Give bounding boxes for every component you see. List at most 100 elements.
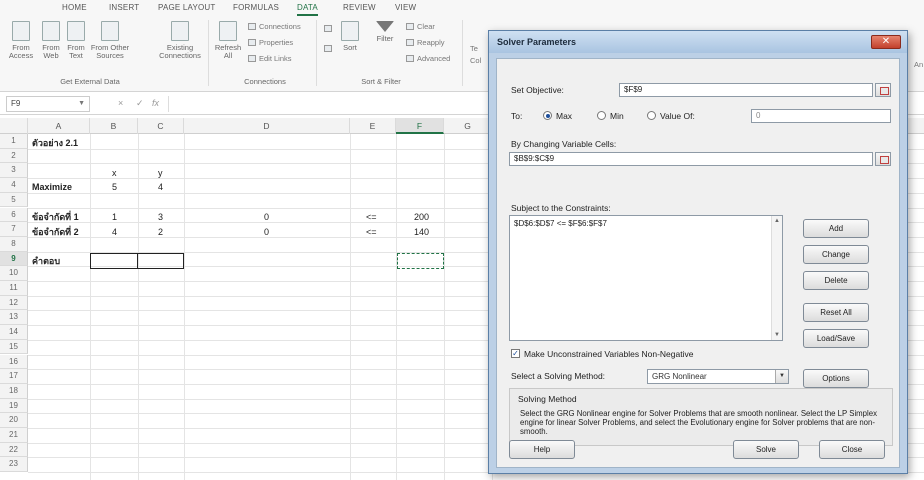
from-access-button[interactable]: From Access [8, 21, 34, 60]
clear-button[interactable]: Clear [406, 22, 435, 31]
sort-az-button[interactable] [324, 24, 335, 33]
row-header-18[interactable]: 18 [0, 383, 28, 399]
chevron-down-icon[interactable]: ▼ [78, 97, 85, 111]
change-button[interactable]: Change [803, 245, 869, 264]
cancel-icon[interactable]: × [118, 98, 123, 108]
help-button[interactable]: Help [509, 440, 575, 459]
tab-view[interactable]: VIEW [395, 3, 416, 12]
from-other-sources-button[interactable]: From Other Sources [90, 21, 130, 60]
add-button[interactable]: Add [803, 219, 869, 238]
sort-za-button[interactable] [324, 44, 335, 53]
row-header-14[interactable]: 14 [0, 325, 28, 340]
tab-insert[interactable]: INSERT [109, 3, 139, 12]
row-header-6[interactable]: 6 [0, 207, 28, 223]
column-header-g[interactable]: G [444, 118, 492, 134]
row-header-21[interactable]: 21 [0, 428, 28, 443]
collapse-ref-icon[interactable] [875, 152, 891, 166]
scrollbar[interactable]: ▲ ▼ [771, 216, 782, 340]
row-header-13[interactable]: 13 [0, 310, 28, 326]
nonneg-checkbox[interactable]: ✓ [511, 349, 520, 358]
max-radio[interactable] [543, 111, 552, 120]
text-to-columns-button[interactable]: Te [470, 44, 478, 53]
existing-connections-button[interactable]: Existing Connections [158, 21, 202, 60]
close-button[interactable]: Close [819, 440, 885, 459]
cell-f6[interactable]: 200 [414, 210, 429, 224]
insert-function-icon[interactable]: fx [152, 98, 159, 108]
reapply-button[interactable]: Reapply [406, 38, 445, 47]
cell-b3[interactable]: x [112, 166, 117, 180]
row-header-8[interactable]: 8 [0, 236, 28, 252]
cell-c4[interactable]: 4 [158, 180, 163, 194]
scroll-down-icon[interactable]: ▼ [774, 332, 780, 338]
cell-c6[interactable]: 3 [158, 210, 163, 224]
selected-cell-f9[interactable] [397, 253, 444, 269]
enter-icon[interactable]: ✓ [136, 98, 144, 109]
connections-button[interactable]: Connections [248, 22, 301, 31]
constraints-list[interactable]: $D$6:$D$7 <= $F$6:$F$7 ▲ ▼ [509, 215, 783, 341]
row-header-9[interactable]: 9 [0, 251, 28, 267]
solve-button[interactable]: Solve [733, 440, 799, 459]
sort-button[interactable]: Sort [338, 21, 362, 52]
edit-links-button[interactable]: Edit Links [248, 54, 292, 63]
column-header-a[interactable]: A [28, 118, 90, 134]
cell-f7[interactable]: 140 [414, 225, 429, 239]
cell-c9-bordered[interactable] [137, 253, 184, 269]
changing-cells-input[interactable]: $B$9:$C$9 [509, 152, 873, 166]
value-of-input[interactable]: 0 [751, 109, 891, 123]
select-all-corner[interactable] [0, 118, 28, 134]
value-of-radio[interactable] [647, 111, 656, 120]
from-text-button[interactable]: From Text [64, 21, 88, 60]
row-header-3[interactable]: 3 [0, 163, 28, 179]
cell-e6[interactable]: <= [366, 210, 377, 224]
row-header-7[interactable]: 7 [0, 222, 28, 237]
objective-input[interactable]: $F$9 [619, 83, 873, 97]
column-header-c[interactable]: C [138, 118, 184, 134]
column-header-d[interactable]: D [184, 118, 350, 134]
cell-a1[interactable]: ตัวอย่าง 2.1 [32, 136, 78, 150]
load-save-button[interactable]: Load/Save [803, 329, 869, 348]
row-header-2[interactable]: 2 [0, 148, 28, 164]
tab-home[interactable]: HOME [62, 3, 87, 12]
dialog-title-bar[interactable]: Solver Parameters ✕ [489, 31, 907, 53]
from-web-button[interactable]: From Web [38, 21, 64, 60]
refresh-all-button[interactable]: Refresh All [212, 21, 244, 60]
row-header-19[interactable]: 19 [0, 398, 28, 414]
options-button[interactable]: Options [803, 369, 869, 388]
tab-formulas[interactable]: FORMULAS [233, 3, 279, 12]
cell-d6[interactable]: 0 [264, 210, 269, 224]
name-box[interactable]: F9 ▼ [6, 96, 90, 112]
row-header-20[interactable]: 20 [0, 413, 28, 428]
tab-page-layout[interactable]: PAGE LAYOUT [158, 3, 215, 12]
delete-button[interactable]: Delete [803, 271, 869, 290]
column-header-f[interactable]: F [396, 118, 444, 134]
cell-a9[interactable]: คำตอบ [32, 254, 60, 268]
row-header-23[interactable]: 23 [0, 457, 28, 473]
close-icon[interactable]: ✕ [871, 35, 901, 49]
cell-a4[interactable]: Maximize [32, 180, 72, 194]
row-header-22[interactable]: 22 [0, 442, 28, 458]
cell-a7[interactable]: ข้อจำกัดที่ 2 [32, 225, 79, 239]
cell-b6[interactable]: 1 [112, 210, 117, 224]
collapse-ref-icon[interactable] [875, 83, 891, 97]
row-header-15[interactable]: 15 [0, 339, 28, 355]
row-header-1[interactable]: 1 [0, 134, 28, 149]
cell-b7[interactable]: 4 [112, 225, 117, 239]
constraint-item[interactable]: $D$6:$D$7 <= $F$6:$F$7 [514, 219, 778, 228]
chevron-down-icon[interactable]: ▼ [775, 370, 788, 383]
cell-b4[interactable]: 5 [112, 180, 117, 194]
row-header-5[interactable]: 5 [0, 192, 28, 208]
column-header-b[interactable]: B [90, 118, 138, 134]
min-radio[interactable] [597, 111, 606, 120]
column-header-e[interactable]: E [350, 118, 396, 134]
row-header-4[interactable]: 4 [0, 178, 28, 193]
advanced-button[interactable]: Advanced [406, 54, 450, 63]
reset-all-button[interactable]: Reset All [803, 303, 869, 322]
row-header-11[interactable]: 11 [0, 281, 28, 296]
row-header-17[interactable]: 17 [0, 369, 28, 384]
cell-c3[interactable]: y [158, 166, 163, 180]
tab-data[interactable]: DATA [297, 3, 318, 16]
cell-e7[interactable]: <= [366, 225, 377, 239]
cell-d7[interactable]: 0 [264, 225, 269, 239]
filter-button[interactable]: Filter [372, 21, 398, 43]
method-select[interactable]: GRG Nonlinear ▼ [647, 369, 789, 384]
